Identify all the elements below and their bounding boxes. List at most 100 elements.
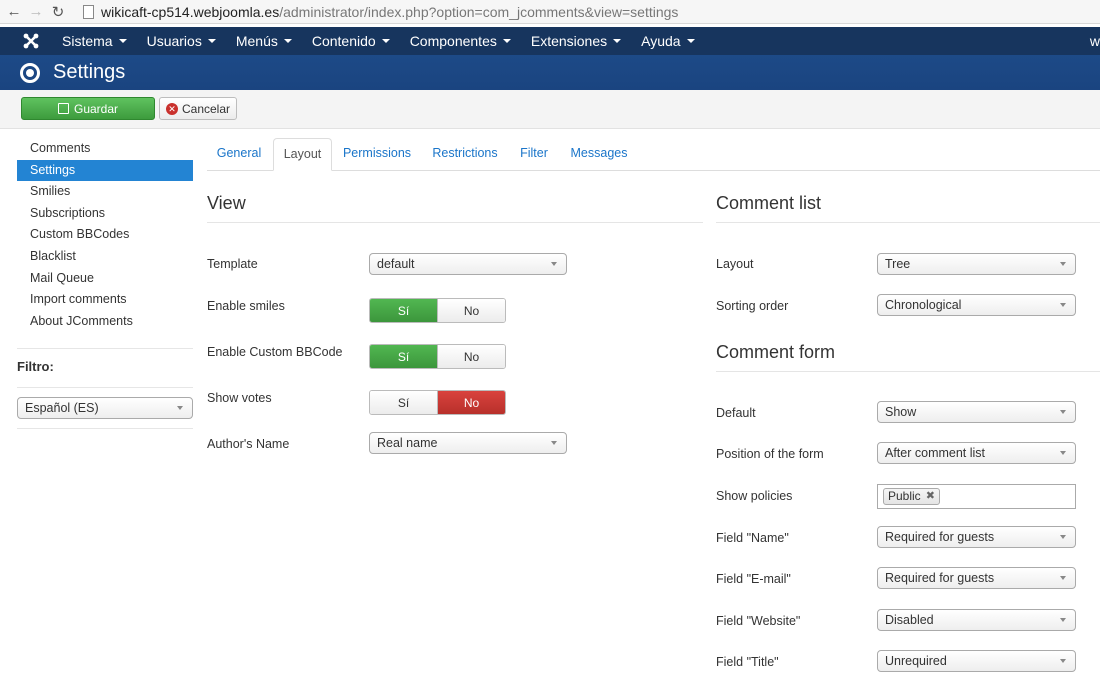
sidebar-item-custom-bbcodes[interactable]: Custom BBCodes [17, 224, 193, 246]
language-filter-select[interactable]: Español (ES) [17, 397, 193, 420]
field-title-label: Field "Title" [716, 655, 779, 669]
field-name-label: Field "Name" [716, 531, 789, 545]
sidebar-item-settings[interactable]: Settings [17, 159, 193, 182]
enable-smiles-label: Enable smiles [207, 299, 285, 313]
menu-menus[interactable]: Menús [226, 33, 302, 49]
cancel-button[interactable]: ✕ Cancelar [159, 97, 237, 120]
action-toolbar: Guardar ✕ Cancelar [0, 90, 1100, 129]
tab-permissions[interactable]: Permissions [335, 138, 419, 171]
sidebar-item-smilies[interactable]: Smilies [17, 181, 193, 203]
page-title-bar: Settings [0, 55, 1100, 90]
field-title-select[interactable]: Unrequired [877, 650, 1076, 672]
enable-bbcode-toggle: Sí No [369, 344, 506, 369]
tab-restrictions[interactable]: Restrictions [424, 138, 506, 171]
page-document-icon [83, 4, 94, 19]
sidebar-item-blacklist[interactable]: Blacklist [17, 246, 193, 268]
sorting-order-select[interactable]: Chronological [877, 294, 1076, 316]
view-heading: View [207, 193, 703, 223]
show-policies-label: Show policies [716, 489, 793, 503]
enable-bbcode-label: Enable Custom BBCode [207, 345, 343, 359]
user-menu[interactable]: w [1090, 33, 1100, 49]
menu-sistema[interactable]: Sistema [52, 33, 137, 49]
dropdown-arrow-icon [1060, 303, 1066, 307]
field-website-select[interactable]: Disabled [877, 609, 1076, 631]
tab-general[interactable]: General [207, 138, 271, 171]
dropdown-arrow-icon [177, 406, 183, 411]
bbcode-no-option[interactable]: No [437, 345, 505, 368]
show-votes-toggle: Sí No [369, 390, 506, 415]
dropdown-arrow-icon [1060, 451, 1066, 455]
default-select[interactable]: Show [877, 401, 1076, 423]
sidebar-item-mail-queue[interactable]: Mail Queue [17, 268, 193, 290]
reload-icon[interactable]: ↻ [47, 1, 69, 23]
forward-arrow-icon[interactable]: → [25, 1, 47, 23]
dropdown-arrow-icon [551, 441, 557, 445]
menu-usuarios[interactable]: Usuarios [137, 33, 226, 49]
field-email-label: Field "E-mail" [716, 572, 791, 586]
show-votes-label: Show votes [207, 391, 272, 405]
layout-label: Layout [716, 257, 754, 271]
tab-layout[interactable]: Layout [273, 138, 332, 171]
form-position-label: Position of the form [716, 447, 824, 461]
authors-name-select[interactable]: Real name [369, 432, 567, 454]
dropdown-arrow-icon [1060, 576, 1066, 580]
sidebar-item-import-comments[interactable]: Import comments [17, 289, 193, 311]
votes-no-option[interactable]: No [437, 391, 505, 414]
edit-icon [57, 103, 69, 114]
votes-yes-option[interactable]: Sí [370, 391, 437, 414]
sidebar-item-subscriptions[interactable]: Subscriptions [17, 203, 193, 225]
show-policies-input[interactable]: Public ✖ [877, 484, 1076, 509]
menu-contenido[interactable]: Contenido [302, 33, 400, 49]
caret-down-icon [686, 39, 695, 43]
smiles-yes-option[interactable]: Sí [370, 299, 437, 322]
enable-smiles-toggle: Sí No [369, 298, 506, 323]
template-select[interactable]: default [369, 253, 567, 275]
joomla-logo-icon[interactable] [16, 32, 46, 50]
back-arrow-icon[interactable]: ← [3, 1, 25, 23]
menu-extensiones[interactable]: Extensiones [521, 33, 631, 49]
address-bar[interactable]: wikicaft-cp514.webjoomla.es/administrato… [101, 4, 678, 20]
sorting-order-label: Sorting order [716, 299, 789, 313]
comment-list-heading: Comment list [716, 193, 1100, 223]
menu-ayuda[interactable]: Ayuda [631, 33, 704, 49]
browser-url-bar: ← → ↻ wikicaft-cp514.webjoomla.es/admini… [0, 0, 1100, 24]
default-label: Default [716, 406, 756, 420]
caret-down-icon [118, 39, 127, 43]
remove-tag-icon[interactable]: ✖ [926, 489, 935, 504]
caret-down-icon [283, 39, 292, 43]
caret-down-icon [207, 39, 216, 43]
dropdown-arrow-icon [551, 262, 557, 266]
settings-icon [20, 62, 40, 83]
sidebar-item-about-jcomments[interactable]: About JComments [17, 311, 193, 333]
save-button[interactable]: Guardar [21, 97, 155, 120]
field-email-select[interactable]: Required for guests [877, 567, 1076, 589]
tab-messages[interactable]: Messages [562, 138, 636, 171]
filter-bottom-divider [17, 428, 193, 430]
caret-down-icon [502, 39, 511, 43]
filter-divider [17, 387, 193, 389]
url-host: wikicaft-cp514.webjoomla.es [101, 3, 280, 20]
template-label: Template [207, 257, 258, 271]
url-path: /administrator/index.php?option=com_jcom… [279, 3, 679, 20]
dropdown-arrow-icon [1060, 262, 1066, 266]
smiles-no-option[interactable]: No [437, 299, 505, 322]
caret-down-icon [613, 39, 622, 43]
authors-name-label: Author's Name [207, 437, 290, 451]
sidebar-divider [17, 348, 193, 350]
comment-form-heading: Comment form [716, 342, 1100, 372]
sidebar-item-comments[interactable]: Comments [17, 138, 193, 160]
tab-filter[interactable]: Filter [512, 138, 556, 171]
cancel-circle-icon: ✕ [165, 102, 178, 115]
form-position-select[interactable]: After comment list [877, 442, 1076, 464]
dropdown-arrow-icon [1060, 659, 1066, 663]
dropdown-arrow-icon [1060, 618, 1066, 622]
policy-tag: Public ✖ [883, 488, 940, 505]
menu-componentes[interactable]: Componentes [400, 33, 521, 49]
layout-select[interactable]: Tree [877, 253, 1076, 275]
bbcode-yes-option[interactable]: Sí [370, 345, 437, 368]
field-name-select[interactable]: Required for guests [877, 526, 1076, 548]
field-website-label: Field "Website" [716, 614, 801, 628]
caret-down-icon [381, 39, 390, 43]
dropdown-arrow-icon [1060, 535, 1066, 539]
filter-label: Filtro: [17, 359, 54, 375]
